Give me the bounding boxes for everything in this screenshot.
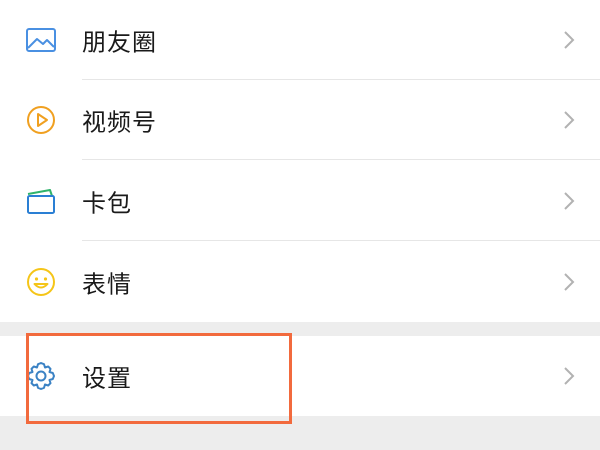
- channels-icon: [24, 103, 58, 137]
- menu-item-label: 视频号: [82, 108, 157, 137]
- me-page-menu: 朋友圈 视频号 卡包 表情 设置: [0, 0, 600, 450]
- chevron-right-icon: [562, 109, 576, 131]
- menu-item-label: 设置: [82, 364, 132, 393]
- chevron-right-icon: [562, 271, 576, 293]
- chevron-right-icon: [562, 29, 576, 51]
- menu-item-stickers[interactable]: 表情: [0, 242, 600, 322]
- menu-item-label: 表情: [82, 270, 132, 299]
- menu-item-card-wallet[interactable]: 卡包: [0, 161, 600, 241]
- menu-item-label: 朋友圈: [82, 28, 157, 57]
- card-wallet-icon: [24, 184, 58, 218]
- sticker-icon: [24, 265, 58, 299]
- menu-item-settings[interactable]: 设置: [0, 336, 600, 416]
- divider: [82, 240, 600, 241]
- gear-icon: [24, 359, 58, 393]
- menu-item-label: 卡包: [82, 189, 132, 218]
- moments-icon: [24, 23, 58, 57]
- menu-item-moments[interactable]: 朋友圈: [0, 0, 600, 80]
- divider: [82, 159, 600, 160]
- menu-group-features: 朋友圈 视频号 卡包 表情: [0, 0, 600, 322]
- chevron-right-icon: [562, 190, 576, 212]
- chevron-right-icon: [562, 365, 576, 387]
- menu-group-settings: 设置: [0, 336, 600, 416]
- menu-item-channels[interactable]: 视频号: [0, 80, 600, 160]
